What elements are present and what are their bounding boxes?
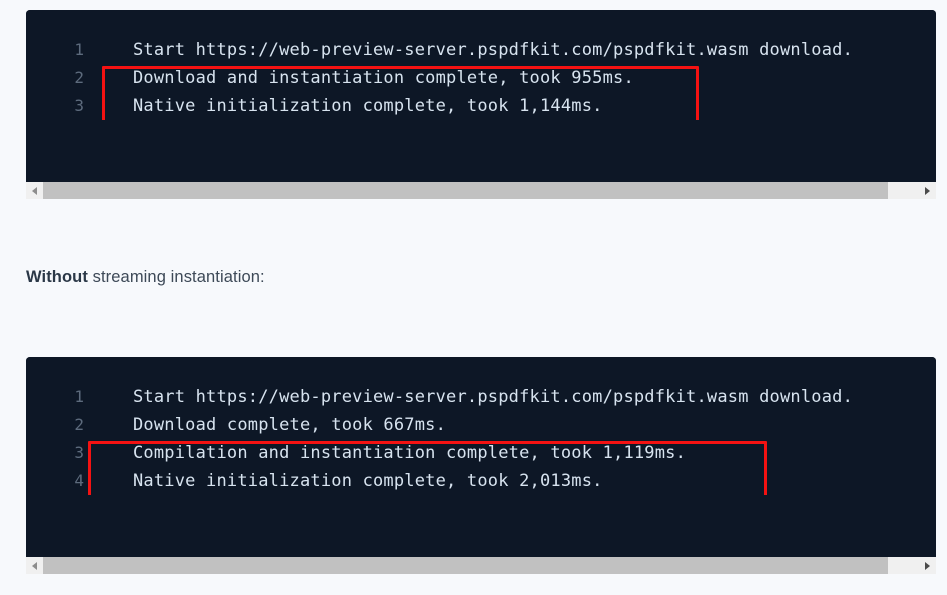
line-number: 1 <box>74 387 84 406</box>
code-line-text: Download complete, took 667ms. <box>133 415 447 435</box>
code-line: 3 Native initialization complete, took 1… <box>26 92 936 120</box>
scroll-left-arrow-icon <box>32 561 37 570</box>
scroll-right-button[interactable] <box>919 557 936 574</box>
line-number: 2 <box>74 415 84 434</box>
line-number: 2 <box>74 68 84 87</box>
line-number: 1 <box>74 40 84 59</box>
scroll-right-button[interactable] <box>919 182 936 199</box>
scroll-right-arrow-icon <box>925 561 930 570</box>
code-line-text: Compilation and instantiation complete, … <box>133 443 687 463</box>
code-line-text: Native initialization complete, took 1,1… <box>133 96 603 116</box>
caption-without-streaming: Without streaming instantiation: <box>26 268 265 287</box>
code-block-with-streaming: 1 Start https://web-preview-server.pspdf… <box>26 10 936 182</box>
horizontal-scrollbar[interactable] <box>26 557 936 574</box>
line-number: 3 <box>74 443 84 462</box>
scrollbar-track[interactable] <box>43 182 919 199</box>
code-line-text: Native initialization complete, took 2,0… <box>133 471 603 491</box>
code-line: 1 Start https://web-preview-server.pspdf… <box>26 383 936 411</box>
code-line: 2 Download and instantiation complete, t… <box>26 64 936 92</box>
code-body[interactable]: 1 Start https://web-preview-server.pspdf… <box>26 357 936 495</box>
code-line: 3 Compilation and instantiation complete… <box>26 439 936 467</box>
code-block-without-streaming: 1 Start https://web-preview-server.pspdf… <box>26 357 936 557</box>
code-line: 1 Start https://web-preview-server.pspdf… <box>26 36 936 64</box>
scroll-right-arrow-icon <box>925 186 930 195</box>
code-line-text: Download and instantiation complete, too… <box>133 68 634 88</box>
caption-rest: streaming instantiation: <box>87 268 265 286</box>
scrollbar-track[interactable] <box>43 557 919 574</box>
caption-emphasis: Without <box>26 268 88 286</box>
line-number: 4 <box>74 471 84 490</box>
scroll-left-button[interactable] <box>26 182 43 199</box>
page-root: 1 Start https://web-preview-server.pspdf… <box>0 0 947 595</box>
code-body[interactable]: 1 Start https://web-preview-server.pspdf… <box>26 10 936 120</box>
code-line-text: Start https://web-preview-server.pspdfki… <box>133 40 854 60</box>
scroll-left-button[interactable] <box>26 557 43 574</box>
scroll-left-arrow-icon <box>32 186 37 195</box>
code-line: 4 Native initialization complete, took 2… <box>26 467 936 495</box>
scrollbar-thumb[interactable] <box>43 557 889 574</box>
horizontal-scrollbar[interactable] <box>26 182 936 199</box>
line-number: 3 <box>74 96 84 115</box>
code-line-text: Start https://web-preview-server.pspdfki… <box>133 387 854 407</box>
code-line: 2 Download complete, took 667ms. <box>26 411 936 439</box>
scrollbar-thumb[interactable] <box>43 182 889 199</box>
